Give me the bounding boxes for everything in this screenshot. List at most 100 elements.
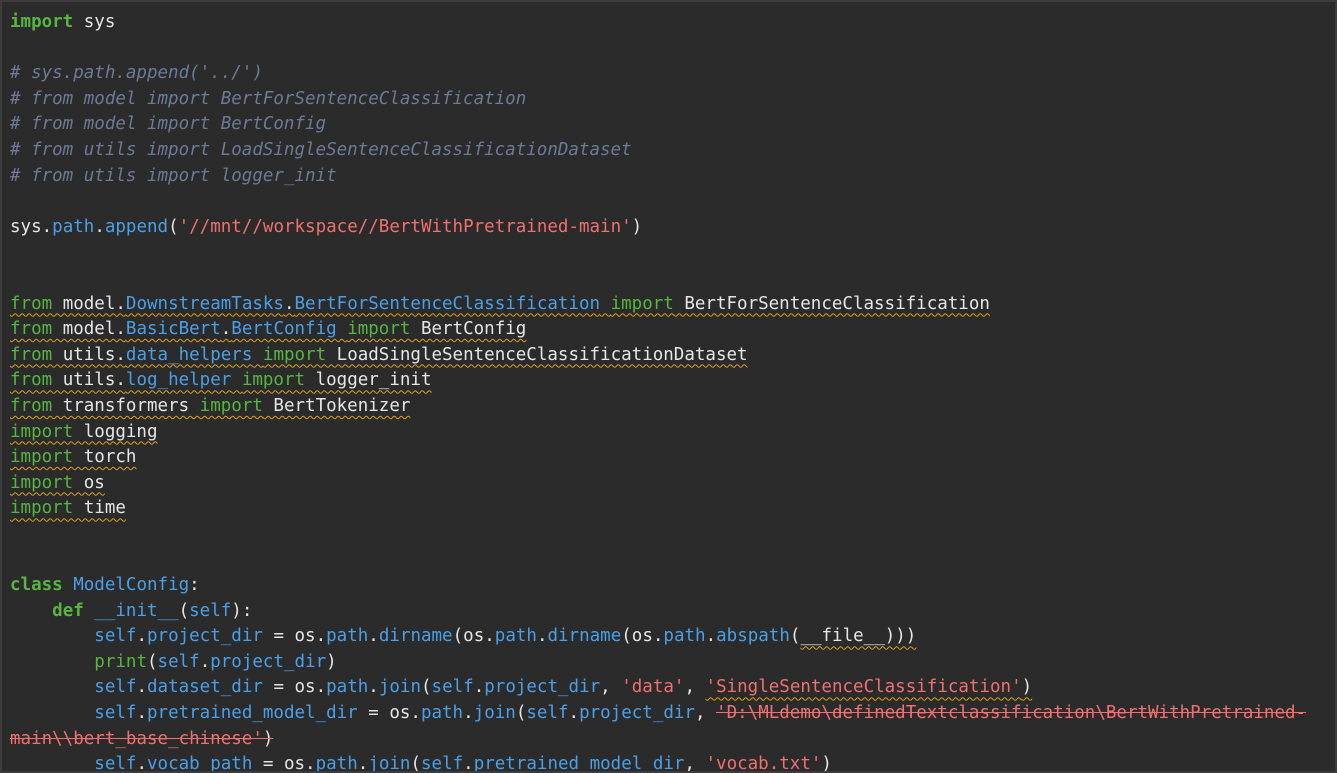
code-token: self [189,600,232,621]
code-line[interactable]: import logging [10,420,1331,446]
code-token: transformers [52,395,200,416]
code-token: . [315,626,327,647]
code-token: dirname [378,626,453,647]
code-token: import [610,293,674,314]
code-line[interactable]: from utils.log_helper import logger_init [10,368,1331,394]
code-line[interactable]: from model.BasicBert.BertConfig import B… [10,317,1331,343]
code-token: # from model import BertConfig [10,114,327,135]
code-line[interactable]: from utils.data_helpers import LoadSingl… [10,343,1331,369]
code-token: , [684,754,706,773]
code-token: os [283,754,306,773]
code-token: BasicBert [125,319,221,340]
code-token: . [315,677,327,698]
code-token: . [463,703,474,724]
code-token: sys [73,12,116,32]
code-token: os [294,677,316,698]
code-token: LoadSingleSentenceClassificationDataset [326,344,748,365]
code-token: self [526,703,569,724]
code-line[interactable] [10,522,1331,548]
code-editor[interactable]: import sys # sys.path.append('../') # fro… [0,0,1337,773]
code-line[interactable] [10,266,1331,292]
code-line[interactable]: # sys.path.append('../') [10,61,1331,87]
code-line[interactable]: class ModelConfig: [10,573,1331,599]
code-line[interactable]: # from model import BertForSentenceClass… [10,87,1331,113]
code-line[interactable] [10,240,1331,266]
code-token: path [315,754,358,773]
code-token: project_dir [147,626,263,647]
code-line[interactable]: print(self.project_dir) [10,650,1331,676]
code-token: logger_init [305,370,432,391]
code-token: import [262,344,327,365]
code-area[interactable]: import sys # sys.path.append('../') # fro… [10,10,1331,773]
code-token: BertConfig [231,319,337,340]
code-line[interactable]: self.project_dir = os.path.dirname(os.pa… [10,624,1331,650]
code-token: import [347,319,411,340]
code-line[interactable]: from model.DownstreamTasks.BertForSenten… [10,292,1331,318]
code-line[interactable] [10,547,1331,573]
code-token: model. [52,319,126,340]
code-token: : [189,575,200,596]
code-token: path [52,216,95,237]
code-token: ( [789,626,801,647]
code-token: sys [10,216,42,237]
code-line[interactable]: sys.path.append('//mnt//workspace//BertW… [10,215,1331,241]
code-token: __file__ [800,626,885,647]
code-token: # sys.path.append('../') [10,63,263,84]
code-token: BertTokenizer [262,395,411,416]
code-token: data_helpers [125,344,253,365]
code-token: pretrained_model_dir [147,703,358,724]
code-line[interactable]: import sys [10,10,1331,36]
code-token: BertConfig [410,319,527,340]
code-line[interactable]: # from model import BertConfig [10,112,1331,138]
code-token: pretrained_model_dir [473,754,685,773]
code-token: # from model import BertForSentenceClass… [10,88,527,109]
code-token: import [10,498,74,519]
code-token: ( [146,651,158,672]
code-line[interactable]: import time [10,496,1331,522]
code-line[interactable] [10,189,1331,215]
code-token: append [104,216,169,237]
code-token: ( [421,677,432,698]
code-token: '//mnt//workspace//BertWithPretrained-ma… [178,216,632,237]
code-line[interactable]: self.dataset_dir = os.path.join(self.pro… [10,675,1331,701]
code-token: from [10,293,53,314]
code-token: . [473,677,485,698]
code-token: self [94,754,137,773]
code-token: ( [515,703,527,724]
code-line[interactable]: import os [10,471,1331,497]
code-token: self [157,651,200,672]
code-token: project_dir [579,703,695,724]
code-token: self [431,677,474,698]
code-token: . [41,216,53,237]
code-token: ModelConfig [73,575,190,596]
code-token: ( [452,626,464,647]
code-line[interactable] [10,36,1331,62]
code-token: def [52,600,84,621]
code-token: 'data' [621,677,685,698]
code-token: import [199,395,263,416]
code-token: ) [326,651,337,672]
code-line[interactable]: from transformers import BertTokenizer [10,394,1331,420]
code-line[interactable]: self.vocab_path = os.path.join(self.pret… [10,752,1331,773]
code-token: . [410,703,421,724]
code-token: . [305,754,316,773]
code-token: abspath [716,626,790,647]
code-token: utils. [52,344,126,365]
code-token: BertForSentenceClassification [294,293,601,314]
code-line[interactable]: import torch [10,445,1331,471]
code-token: from [10,395,53,416]
code-token: . [136,703,147,724]
code-line[interactable]: # from utils import logger_init [10,164,1331,190]
code-token: __init__ [83,600,179,621]
code-token: ) [821,754,832,773]
code-line[interactable]: main\\bert_base_chinese') [10,727,1331,753]
code-line[interactable]: # from utils import LoadSingleSentenceCl… [10,138,1331,164]
code-line[interactable]: self.pretrained_model_dir = os.path.join… [10,701,1331,727]
code-token: log_helper [125,370,232,391]
code-line[interactable]: def __init__(self): [10,599,1331,625]
